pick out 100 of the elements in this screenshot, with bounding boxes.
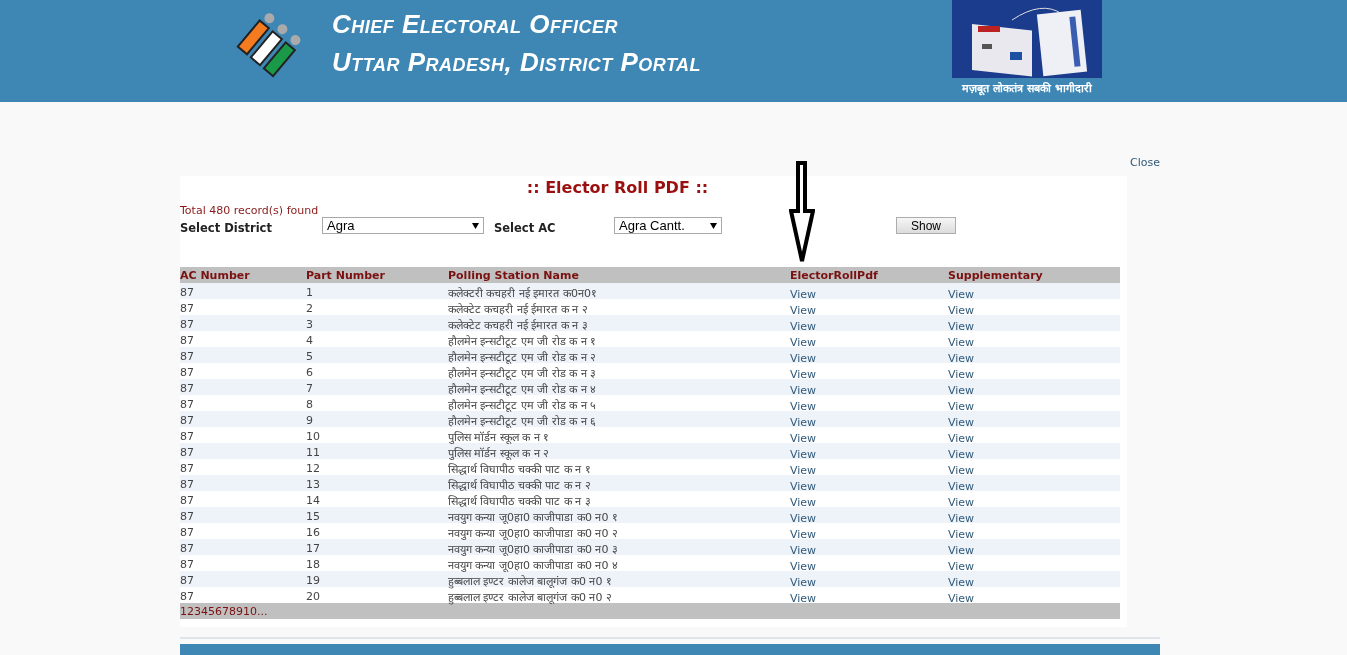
- close-link[interactable]: Close: [1130, 156, 1160, 172]
- view-link[interactable]: View: [790, 320, 817, 333]
- view-link[interactable]: View: [790, 480, 817, 493]
- view-link[interactable]: View: [948, 304, 975, 317]
- table-cell-text: हौलमेन इन्सटीटूट एम जी रोड क न ५: [448, 398, 598, 412]
- view-link[interactable]: View: [790, 528, 817, 541]
- ac-select[interactable]: Agra Cantt.: [614, 217, 722, 234]
- view-link[interactable]: View: [948, 416, 975, 429]
- view-link[interactable]: View: [790, 304, 817, 317]
- view-link[interactable]: View: [790, 416, 817, 429]
- view-link[interactable]: View: [790, 400, 817, 413]
- view-link[interactable]: View: [790, 560, 817, 573]
- filter-label: Select District: [180, 221, 272, 235]
- district-select[interactable]: Agra: [322, 217, 484, 234]
- table-cell-text: कलेक्टेट कचहरी नई ईमारत क न २: [448, 302, 589, 316]
- view-link[interactable]: View: [948, 576, 975, 589]
- table-cell-text: 14: [306, 494, 321, 507]
- view-link[interactable]: View: [790, 384, 817, 397]
- table-cell-text: 87: [180, 478, 195, 491]
- view-link[interactable]: View: [948, 448, 975, 461]
- table-cell-text: 87: [180, 286, 195, 299]
- table-cell-text: 87: [180, 334, 195, 347]
- view-link[interactable]: View: [790, 512, 817, 525]
- view-link[interactable]: View: [948, 384, 975, 397]
- table-cell-text: पुलिस मॉर्डन स्कूल क न २: [448, 446, 551, 460]
- view-link[interactable]: View: [948, 368, 975, 381]
- table-cell-text: नवयुग कन्या जू0हा0 काजीपाडा क0 न0 १: [448, 510, 619, 524]
- table-cell-text: सिद्धार्थ विघापीठ चक्की पाट क न २: [448, 478, 592, 492]
- caret-icon: [710, 222, 717, 229]
- table-cell-text: हौलमेन इन्सटीटूट एम जी रोड क न ४: [448, 382, 598, 396]
- table-cell-text: हौलमेन इन्सटीटूट एम जी रोड क न १: [448, 334, 598, 348]
- table-cell-text: हौलमेन इन्सटीटूट एम जी रोड क न २: [448, 350, 598, 364]
- table-cell-text: 19: [306, 574, 321, 587]
- table-cell-text: हौलमेन इन्सटीटूट एम जी रोड क न ३: [448, 366, 598, 380]
- view-link[interactable]: View: [790, 368, 817, 381]
- show-button[interactable]: Show: [896, 217, 956, 234]
- view-link[interactable]: View: [948, 336, 975, 349]
- view-link[interactable]: View: [948, 464, 975, 477]
- view-link[interactable]: View: [948, 512, 975, 525]
- column-header: ElectorRollPdf: [790, 268, 879, 282]
- column-header: Supplementary: [948, 268, 1044, 282]
- view-link[interactable]: View: [790, 544, 817, 557]
- portal-title: Chief Electoral Officer: [332, 9, 619, 39]
- table-cell-text: 87: [180, 542, 195, 555]
- table-cell-text: 20: [306, 590, 321, 603]
- view-link[interactable]: View: [790, 288, 817, 301]
- table-cell-text: 9: [306, 414, 314, 427]
- view-link[interactable]: View: [948, 352, 975, 365]
- pagination[interactable]: 12345678910...: [180, 604, 268, 618]
- table-cell-text: 87: [180, 350, 195, 363]
- view-link[interactable]: View: [790, 496, 817, 509]
- view-link[interactable]: View: [948, 480, 975, 493]
- table-cell-text: 87: [180, 558, 195, 571]
- view-link[interactable]: View: [948, 320, 975, 333]
- column-header: Part Number: [306, 268, 386, 282]
- table-cell-text: पुलिस मॉर्डन स्कूल क न १: [448, 430, 551, 444]
- table-cell-text: 6: [306, 366, 314, 379]
- filter-label: Select AC: [494, 221, 556, 235]
- table-cell-text: 87: [180, 510, 195, 523]
- view-link[interactable]: View: [948, 560, 975, 573]
- table-cell-text: 87: [180, 414, 195, 427]
- view-link[interactable]: View: [790, 432, 817, 445]
- view-link[interactable]: View: [948, 400, 975, 413]
- view-link[interactable]: View: [790, 592, 817, 605]
- table-cell-text: 8: [306, 398, 314, 411]
- table-cell-text: 15: [306, 510, 321, 523]
- table-cell-text: 2: [306, 302, 314, 315]
- view-link[interactable]: View: [790, 336, 817, 349]
- view-link[interactable]: View: [948, 544, 975, 557]
- column-header: AC Number: [180, 268, 251, 282]
- view-link[interactable]: View: [790, 464, 817, 477]
- table-cell-text: 12: [306, 462, 321, 475]
- table-cell-text: 87: [180, 302, 195, 315]
- table-cell-text: नवयुग कन्या जू0हा0 काजीपाडा क0 न0 ४: [448, 558, 619, 572]
- table-cell-text: 4: [306, 334, 314, 347]
- view-link[interactable]: View: [790, 352, 817, 365]
- table-cell-text: सिद्धार्थ विघापीठ चक्की पाट क न ३: [448, 494, 592, 508]
- view-link[interactable]: View: [948, 288, 975, 301]
- table-cell-text: 3: [306, 318, 314, 331]
- table-cell-text: 5: [306, 350, 314, 363]
- view-link[interactable]: View: [948, 432, 975, 445]
- table-cell-text: 87: [180, 526, 195, 539]
- panel-title: :: Elector Roll PDF ::: [526, 178, 709, 197]
- table-cell-text: कलेक्टरी कचहरी नई इमारत क0न0१: [448, 286, 598, 300]
- table-cell-text: 87: [180, 366, 195, 379]
- table-cell-text: सिद्धार्थ विघापीठ चक्की पाट क न १: [448, 462, 592, 476]
- view-link[interactable]: View: [948, 496, 975, 509]
- table-cell-text: 87: [180, 574, 195, 587]
- table-cell-text: 87: [180, 494, 195, 507]
- view-link[interactable]: View: [948, 528, 975, 541]
- table-cell-text: 87: [180, 446, 195, 459]
- view-link[interactable]: View: [790, 576, 817, 589]
- table-cell-text: हुब्बलाल इण्टर कालेज बालूगंज क0 न0 १: [448, 574, 613, 588]
- view-link[interactable]: View: [948, 592, 975, 605]
- table-cell-text: 18: [306, 558, 321, 571]
- banner-caption: मज़बूत लोकतंत्र सबकी भागीदारी: [962, 81, 1092, 95]
- view-link[interactable]: View: [790, 448, 817, 461]
- column-header: Polling Station Name: [448, 268, 580, 282]
- table-cell-text: 87: [180, 462, 195, 475]
- caret-icon: [472, 222, 479, 229]
